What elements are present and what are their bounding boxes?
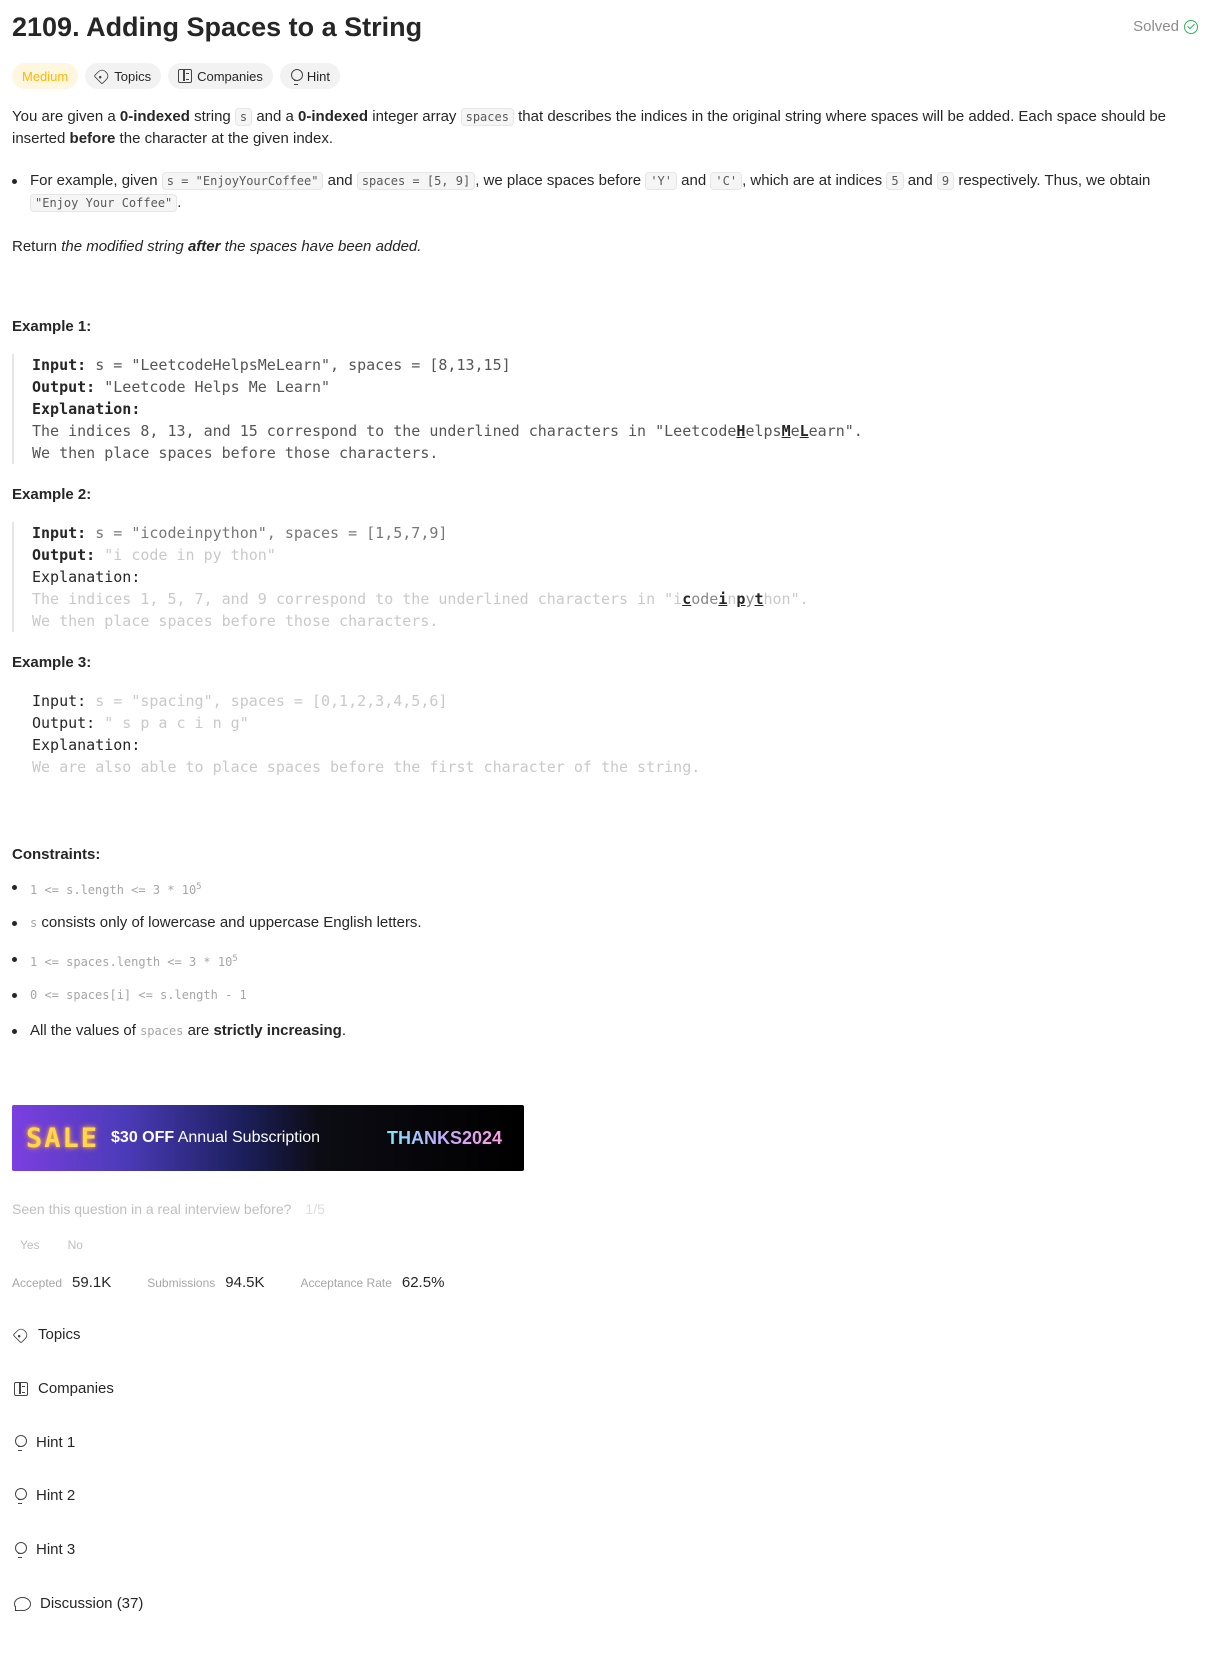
- companies-tag-label: Companies: [197, 68, 263, 84]
- lightbulb-icon: [14, 1542, 27, 1558]
- lightbulb-icon: [290, 68, 303, 85]
- interview-score: 1/5: [305, 1201, 325, 1217]
- acceptance-rate-value: 62.5%: [401, 1274, 445, 1291]
- constraint-item: 1 <= spaces.length <= 3 * 105: [12, 948, 238, 973]
- section-hint-1[interactable]: Hint 1: [14, 1434, 75, 1451]
- example-bullet: For example, given s = "EnjoyYourCoffee"…: [12, 170, 1192, 214]
- inline-code: spaces: [460, 108, 514, 126]
- section-hint-3[interactable]: Hint 3: [14, 1541, 75, 1558]
- description-paragraph: You are given a 0-indexed string s and a…: [12, 108, 1167, 147]
- stats-row: Accepted 59.1K Submissions 94.5K Accepta…: [12, 1274, 480, 1291]
- problem-title: 2109. Adding Spaces to a String: [12, 12, 423, 42]
- yes-button[interactable]: Yes: [20, 1238, 40, 1252]
- companies-tag-button[interactable]: Companies: [168, 63, 273, 89]
- hint-tag-button[interactable]: Hint: [279, 63, 340, 89]
- hint-tag-label: Hint: [306, 68, 330, 84]
- accepted-label: Accepted: [12, 1276, 63, 1290]
- offer-text: $30 OFF Annual Subscription: [111, 1129, 321, 1146]
- interview-question: Seen this question in a real interview b…: [12, 1201, 325, 1217]
- example-1-block: Input: s = "LeetcodeHelpsMeLearn", space…: [12, 354, 1192, 464]
- no-button[interactable]: No: [68, 1238, 83, 1252]
- example-1-label: Example 1:: [12, 318, 92, 335]
- accepted-value: 59.1K: [72, 1274, 112, 1291]
- tag-icon: [12, 1326, 30, 1343]
- sale-banner[interactable]: SALE $30 OFF Annual Subscription THANKS2…: [12, 1105, 524, 1171]
- constraint-item: All the values of spaces are strictly in…: [12, 1020, 346, 1042]
- topics-tag-button[interactable]: Topics: [85, 63, 162, 89]
- lightbulb-icon: [14, 1435, 27, 1451]
- yes-no-group: Yes No: [20, 1238, 83, 1252]
- building-icon: [178, 69, 193, 83]
- example-3-label: Example 3:: [12, 654, 92, 671]
- constraint-item: 0 <= spaces[i] <= s.length - 1: [12, 984, 247, 1006]
- chat-bubble-icon: [14, 1596, 31, 1611]
- constraint-item: s consists only of lowercase and upperca…: [12, 912, 422, 934]
- sale-text: SALE: [26, 1122, 100, 1154]
- section-hint-2[interactable]: Hint 2: [14, 1487, 75, 1504]
- solved-label: Solved: [1133, 18, 1179, 35]
- example-3-block: Input: s = "spacing", spaces = [0,1,2,3,…: [32, 692, 701, 776]
- return-paragraph: Return the modified string after the spa…: [12, 238, 422, 255]
- promo-code: THANKS2024: [386, 1127, 502, 1148]
- lightbulb-icon: [14, 1488, 27, 1504]
- solved-status: Solved: [1133, 18, 1198, 35]
- acceptance-rate-label: Acceptance Rate: [300, 1276, 392, 1290]
- constraint-item: 1 <= s.length <= 3 * 105: [12, 876, 202, 901]
- submissions-value: 94.5K: [225, 1274, 265, 1291]
- section-discussion[interactable]: Discussion (37): [14, 1595, 143, 1612]
- tag-icon: [93, 67, 111, 85]
- check-circle-icon: [1184, 19, 1198, 34]
- topics-tag-label: Topics: [114, 68, 152, 84]
- building-icon: [14, 1381, 28, 1396]
- submissions-label: Submissions: [147, 1276, 216, 1290]
- constraints-label: Constraints:: [12, 846, 101, 863]
- example-2-block: Input: s = "icodeinpython", spaces = [1,…: [12, 522, 1192, 632]
- section-topics[interactable]: Topics: [12, 1326, 81, 1343]
- example-2-label: Example 2:: [12, 486, 92, 503]
- inline-code: s: [234, 108, 253, 126]
- tag-bar: Medium Topics Companies Hint: [12, 63, 340, 89]
- difficulty-badge: Medium: [12, 63, 79, 89]
- section-companies[interactable]: Companies: [14, 1380, 114, 1397]
